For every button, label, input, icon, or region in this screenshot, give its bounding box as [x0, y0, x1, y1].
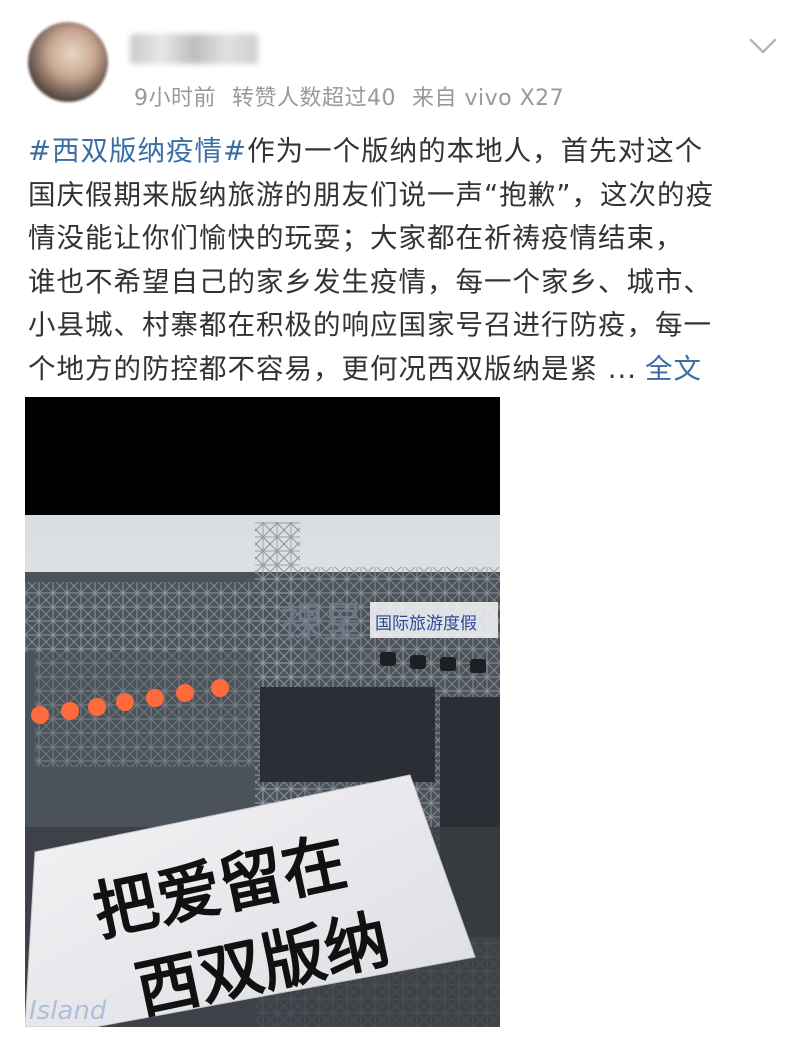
full-text-link[interactable]: 全文 [645, 353, 702, 385]
repost-count: 转赞人数超过40 [232, 86, 396, 111]
post-line-3: 情没能让你们愉快的玩耍；大家都在祈祷疫情结束， [28, 222, 684, 254]
post-line-4: 谁也不希望自己的家乡发生疫情，每一个家乡、城市、 [28, 265, 712, 298]
sign-text: 国际旅游度假 [375, 614, 477, 634]
post-header: 9小时前 转赞人数超过40 来自 vivo X27 [0, 0, 800, 120]
post-photo[interactable]: 祼星 国际旅游度假 把爱留在 西双版纳 Island [25, 397, 500, 1027]
post-meta: 9小时前 转赞人数超过40 来自 vivo X27 [134, 80, 580, 112]
venue-logo-mark: 祼星 [280, 598, 364, 647]
stage-photo-illustration: 祼星 国际旅游度假 把爱留在 西双版纳 Island [25, 397, 500, 1027]
post-line-1: #西双版纳疫情#作为一个版纳的本地人，首先对这个 [28, 135, 704, 167]
post-source: 来自 vivo X27 [412, 86, 565, 111]
island-logo: Island [29, 996, 107, 1026]
post-line-5: 小县城、村寨都在积极的响应国家号召进行防疫，每一 [28, 309, 712, 341]
timestamp: 9小时前 [134, 86, 216, 111]
hashtag-link[interactable]: #西双版纳疫情# [28, 135, 247, 167]
chevron-down-icon[interactable] [748, 34, 778, 58]
avatar[interactable] [28, 22, 108, 102]
post-line-2: 国庆假期来版纳旅游的朋友们说一声“抱歉”，这次的疫 [28, 178, 714, 211]
username-blurred[interactable] [130, 34, 258, 64]
post-line-6: 个地方的防控都不容易，更何况西双版纳是紧 ... 全文 [28, 352, 702, 385]
post-body: #西双版纳疫情#作为一个版纳的本地人，首先对这个 国庆假期来版纳旅游的朋友们说一… [28, 130, 778, 391]
